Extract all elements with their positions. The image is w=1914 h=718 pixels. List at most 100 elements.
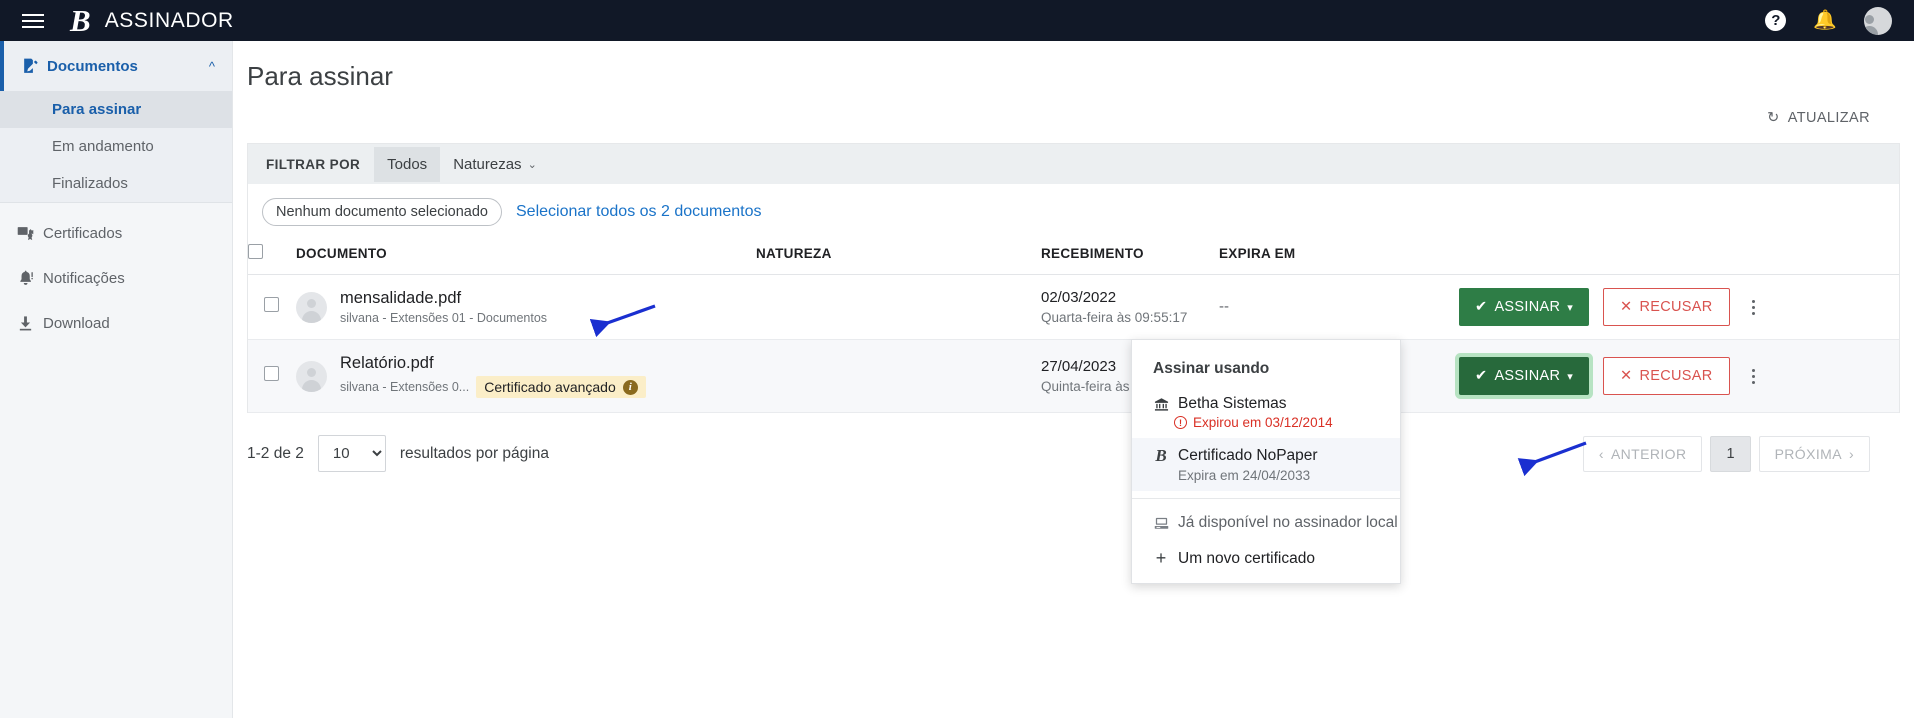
- page-number-1[interactable]: 1: [1710, 436, 1750, 472]
- top-bar: B ASSINADOR ? 🔔: [0, 0, 1914, 41]
- alert-icon: !: [1174, 416, 1187, 429]
- dropdown-item-status-text: Expirou em 03/12/2014: [1193, 415, 1333, 430]
- avatar: [296, 361, 327, 392]
- table-head: DOCUMENTO NATUREZA RECEBIMENTO EXPIRA EM: [248, 236, 1899, 275]
- chevron-down-icon: ▾: [1567, 370, 1573, 383]
- col-expira-em: EXPIRA EM: [1219, 236, 1459, 275]
- selection-bar: Nenhum documento selecionado Selecionar …: [248, 184, 1899, 236]
- recebimento-time: Quarta-feira às 09:55:17: [1041, 310, 1219, 325]
- assinar-dropdown-menu: Assinar usando Betha Sistemas !: [1131, 339, 1401, 584]
- filter-chip-todos[interactable]: Todos: [374, 147, 440, 182]
- avatar: [296, 292, 327, 323]
- row-document-cell: Relatório.pdf silvana - Extensões 0... C…: [296, 340, 756, 413]
- sidebar-sub-label: Em andamento: [52, 138, 154, 155]
- filter-chip-label: Naturezas: [453, 156, 521, 173]
- assinar-button[interactable]: ✔ ASSINAR ▾: [1459, 288, 1589, 326]
- sidebar-group-label: Documentos: [47, 58, 209, 75]
- dropdown-item-certificado-nopaper[interactable]: B Certificado NoPaper Expira em 24/04/20…: [1132, 438, 1400, 491]
- betha-b-icon: B: [70, 5, 91, 36]
- close-icon: ✕: [1620, 299, 1632, 315]
- help-icon[interactable]: ?: [1765, 10, 1786, 31]
- chevron-left-icon: ‹: [1599, 446, 1604, 462]
- dropdown-item-label: Já disponível no assinador local: [1178, 514, 1398, 532]
- refresh-label: ATUALIZAR: [1788, 110, 1870, 126]
- dropdown-title: Assinar usando: [1132, 340, 1400, 387]
- user-avatar-icon[interactable]: [1864, 7, 1892, 35]
- app-root: B ASSINADOR ? 🔔 Documentos ^ Para assina…: [0, 0, 1914, 718]
- notification-bell-icon[interactable]: 🔔: [1813, 11, 1837, 30]
- bell-alert-icon: [17, 270, 43, 287]
- sidebar-item-notificacoes[interactable]: Notificações: [0, 256, 232, 301]
- chevron-up-icon[interactable]: ^: [209, 59, 215, 74]
- table-header-row: DOCUMENTO NATUREZA RECEBIMENTO EXPIRA EM: [248, 236, 1899, 275]
- app-title: ASSINADOR: [105, 9, 234, 33]
- sidebar-item-download[interactable]: Download: [0, 301, 232, 346]
- dropdown-item-status: ! Expirou em 03/12/2014: [1153, 415, 1400, 430]
- dropdown-item-betha-sistemas[interactable]: Betha Sistemas ! Expirou em 03/12/2014: [1132, 387, 1400, 438]
- desktop-icon: [1153, 516, 1169, 531]
- sidebar-item-finalizados[interactable]: Finalizados: [0, 165, 232, 202]
- next-label: PRÓXIMA: [1775, 446, 1842, 462]
- recusar-button[interactable]: ✕ RECUSAR: [1603, 357, 1729, 395]
- document-subtitle: silvana - Extensões 0...: [340, 380, 469, 394]
- previous-label: ANTERIOR: [1611, 446, 1687, 462]
- assinar-label: ASSINAR: [1494, 299, 1560, 315]
- next-page-button[interactable]: PRÓXIMA ›: [1759, 436, 1870, 472]
- info-icon[interactable]: i: [623, 380, 638, 395]
- download-icon: [17, 315, 43, 332]
- refresh-row: ↻ ATUALIZAR: [233, 92, 1914, 126]
- sidebar-item-para-assinar[interactable]: Para assinar: [0, 91, 232, 128]
- per-page-label: resultados por página: [400, 445, 549, 463]
- sidebar-item-label: Certificados: [43, 225, 122, 242]
- recusar-button[interactable]: ✕ RECUSAR: [1603, 288, 1729, 326]
- document-name: mensalidade.pdf: [340, 289, 547, 308]
- plus-icon: +: [1153, 548, 1169, 569]
- status-badge[interactable]: Certificado avançado i: [476, 376, 646, 398]
- table-row[interactable]: mensalidade.pdf silvana - Extensões 01 -…: [248, 275, 1899, 340]
- row-more-options-icon[interactable]: [1744, 363, 1763, 390]
- sidebar-sub-label: Finalizados: [52, 175, 128, 192]
- page-size-select[interactable]: 10 25 50 100: [318, 435, 386, 472]
- filter-bar: FILTRAR POR Todos Naturezas ⌄: [248, 144, 1899, 184]
- sidebar-item-label: Download: [43, 315, 110, 332]
- check-icon: ✔: [1475, 368, 1487, 384]
- select-all-checkbox-cell: [248, 236, 296, 275]
- row-more-options-icon[interactable]: [1744, 294, 1763, 321]
- pagination-range: 1-2 de 2: [247, 445, 304, 463]
- dropdown-item-status: Expira em 24/04/2033: [1153, 468, 1400, 483]
- dropdown-item-novo-certificado[interactable]: + Um novo certificado: [1132, 540, 1400, 577]
- documents-table: DOCUMENTO NATUREZA RECEBIMENTO EXPIRA EM: [248, 236, 1899, 413]
- row-checkbox[interactable]: [264, 297, 279, 312]
- col-documento: DOCUMENTO: [296, 236, 756, 275]
- assinar-button[interactable]: ✔ ASSINAR ▾: [1459, 357, 1589, 395]
- hamburger-menu-icon[interactable]: [22, 13, 44, 29]
- dropdown-item-assinador-local[interactable]: Já disponível no assinador local: [1132, 506, 1400, 540]
- row-natureza-cell: [756, 275, 1041, 340]
- filter-chip-naturezas[interactable]: Naturezas ⌄: [440, 147, 550, 182]
- chevron-down-icon: ▾: [1567, 301, 1573, 314]
- col-recebimento: RECEBIMENTO: [1041, 236, 1219, 275]
- certificate-icon: [17, 225, 43, 242]
- select-all-link[interactable]: Selecionar todos os 2 documentos: [516, 203, 761, 221]
- sidebar-group-documentos[interactable]: Documentos ^: [0, 41, 232, 91]
- expira-value: --: [1219, 298, 1229, 315]
- pagination-bar: 1-2 de 2 10 25 50 100 resultados por pág…: [233, 413, 1914, 472]
- table-row[interactable]: Relatório.pdf silvana - Extensões 0... C…: [248, 340, 1899, 413]
- chevron-down-icon: ⌄: [528, 158, 537, 171]
- sidebar-item-certificados[interactable]: Certificados: [0, 211, 232, 256]
- check-icon: ✔: [1475, 299, 1487, 315]
- filter-label: FILTRAR POR: [266, 157, 360, 172]
- row-checkbox-cell: [248, 275, 296, 340]
- refresh-button[interactable]: ↻ ATUALIZAR: [1767, 110, 1870, 126]
- recusar-label: RECUSAR: [1640, 299, 1713, 315]
- row-checkbox[interactable]: [264, 366, 279, 381]
- select-all-checkbox[interactable]: [248, 244, 263, 259]
- dropdown-item-label: Um novo certificado: [1178, 550, 1315, 568]
- col-actions: [1459, 236, 1899, 275]
- main-content: Para assinar ↻ ATUALIZAR FILTRAR POR Tod…: [233, 41, 1914, 718]
- sidebar-item-em-andamento[interactable]: Em andamento: [0, 128, 232, 165]
- badge-label: Certificado avançado: [484, 379, 616, 395]
- previous-page-button[interactable]: ‹ ANTERIOR: [1583, 436, 1703, 472]
- document-subtitle: silvana - Extensões 01 - Documentos: [340, 311, 547, 325]
- topbar-actions: ? 🔔: [1765, 7, 1892, 35]
